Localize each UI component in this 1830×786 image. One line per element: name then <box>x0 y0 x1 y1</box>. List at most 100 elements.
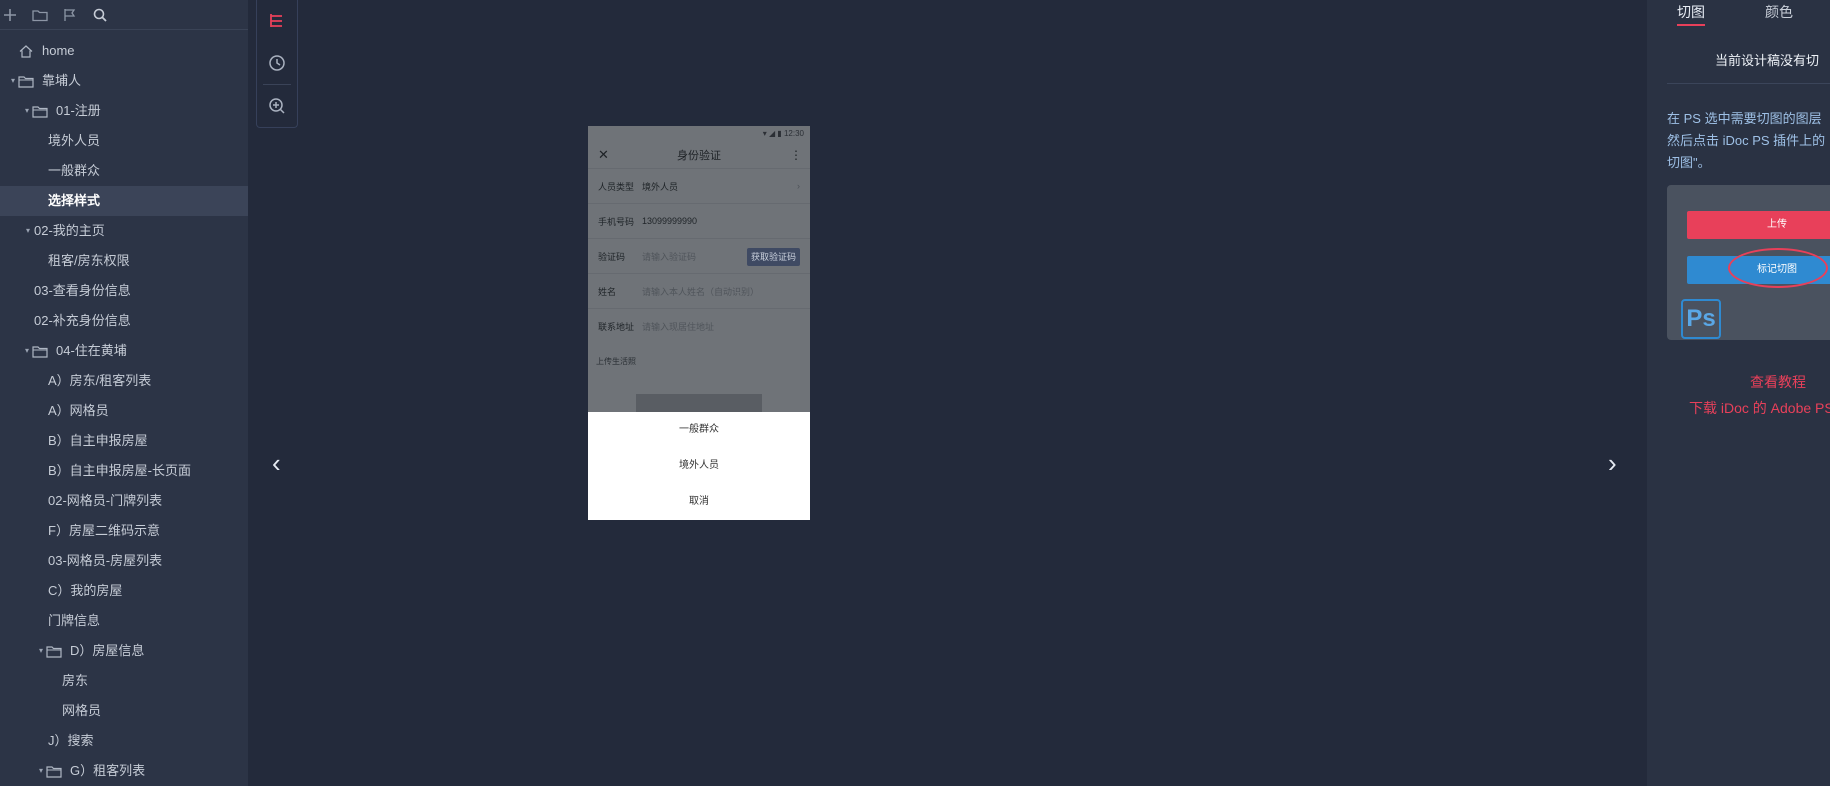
tree-item[interactable]: 选择样式 <box>0 186 248 216</box>
flag-icon[interactable] <box>60 5 80 25</box>
folder-icon[interactable] <box>30 5 50 25</box>
phone-title: 身份验证 <box>677 150 721 162</box>
tree-item[interactable]: ▾ 01-注册 <box>0 96 248 126</box>
tree-item-label: 04-住在黄埔 <box>56 343 127 358</box>
folder-open-icon <box>18 74 34 88</box>
tree-item-label: A）房东/租客列表 <box>48 373 152 388</box>
tree-item[interactable]: F）房屋二维码示意 <box>0 516 248 546</box>
instruction-line: 然后点击 iDoc PS 插件上的 <box>1667 133 1826 148</box>
form-row[interactable]: 人员类型 境外人员 › <box>588 168 810 203</box>
caret-down-icon[interactable]: ▾ <box>22 216 34 246</box>
tree-item[interactable]: 房东 <box>0 666 248 696</box>
form-row-placeholder: 请输入验证码 <box>642 251 697 262</box>
chevron-right-icon: › <box>797 181 800 191</box>
next-arrow-icon[interactable]: › <box>1608 448 1617 479</box>
download-plugin-link[interactable]: 下载 iDoc 的 Adobe PS <box>1689 398 1830 418</box>
form-row-placeholder: 请输入现居住地址 <box>642 321 715 332</box>
sheet-option[interactable]: 境外人员 <box>588 448 810 484</box>
panel-tab[interactable]: 颜色 <box>1765 2 1793 26</box>
history-icon[interactable] <box>257 42 297 84</box>
tree-item-label: 03-网格员-房屋列表 <box>48 553 163 568</box>
tree-item[interactable]: B）自主申报房屋-长页面 <box>0 456 248 486</box>
prev-arrow-icon[interactable]: ‹ <box>272 448 281 479</box>
phone-form: 人员类型 境外人员 › 手机号码 13099999990 验证码 请输入验证码 获取验证码 姓名… <box>588 168 810 343</box>
view-tutorial-link[interactable]: 查看教程 <box>1750 372 1806 392</box>
no-slice-notice: 当前设计稿没有切 <box>1667 50 1830 84</box>
tree-item[interactable]: B）自主申报房屋 <box>0 426 248 456</box>
ps-illustration: 上传 标记切图 Ps <box>1667 185 1830 340</box>
tree-item[interactable]: 03-网格员-房屋列表 <box>0 546 248 576</box>
tree-item[interactable]: 境外人员 <box>0 126 248 156</box>
tree-item[interactable]: 03-查看身份信息 <box>0 276 248 306</box>
tree-item[interactable]: A）网格员 <box>0 396 248 426</box>
form-row-label: 联系地址 <box>598 321 635 332</box>
tree-item[interactable]: ▾ 靠埔人 <box>0 66 248 96</box>
tree-item[interactable]: 02-网格员-门牌列表 <box>0 486 248 516</box>
right-panel: 切图 颜色 当前设计稿没有切 在 PS 选中需要切图的图层 然后点击 iDoc PS… <box>1647 0 1830 786</box>
instruction-line: 在 PS 选中需要切图的图层 <box>1667 111 1822 126</box>
plus-icon[interactable] <box>0 5 20 25</box>
caret-down-icon[interactable]: ▾ <box>36 756 46 786</box>
tree-item-label: 03-查看身份信息 <box>34 283 131 298</box>
tree-item[interactable]: ▾ 02-我的主页 <box>0 216 248 246</box>
search-icon[interactable] <box>90 5 110 25</box>
folder-open-icon <box>32 344 48 358</box>
upload-section-label: 上传生活照 <box>596 357 636 366</box>
tree-item[interactable]: 一般群众 <box>0 156 248 186</box>
form-row[interactable]: 手机号码 13099999990 <box>588 203 810 238</box>
close-icon[interactable]: ✕ <box>598 147 609 163</box>
instruction-line: 切图"。 <box>1667 155 1711 170</box>
home-icon <box>18 44 34 58</box>
tree-item-label: 选择样式 <box>48 193 101 208</box>
tree-item[interactable]: home <box>0 36 248 66</box>
form-row-label: 人员类型 <box>598 181 635 192</box>
tree-item[interactable]: 租客/房东权限 <box>0 246 248 276</box>
folder-open-icon <box>46 644 62 658</box>
form-row[interactable]: 姓名 请输入本人姓名（自动识别） <box>588 273 810 308</box>
tree-item-label: home <box>42 43 75 58</box>
zoom-in-icon[interactable] <box>257 85 297 127</box>
tree-item[interactable]: A）房东/租客列表 <box>0 366 248 396</box>
caret-down-icon[interactable]: ▾ <box>22 336 32 366</box>
caret-down-icon[interactable]: ▾ <box>22 96 32 126</box>
sheet-option[interactable]: 取消 <box>588 484 810 520</box>
folder-open-icon <box>32 104 48 118</box>
tree-item-label: C）我的房屋 <box>48 583 123 598</box>
illustration-upload-button: 上传 <box>1687 211 1830 239</box>
sidebar-toolbar <box>0 0 248 30</box>
sidebar: home ▾ 靠埔人 ▾ 01-注册 境外人员 一般群众 选择样式 ▾ 02-我的主页 租客/房东权… <box>0 0 248 786</box>
tree-item-label: B）自主申报房屋-长页面 <box>48 463 192 478</box>
tree-item-label: F）房屋二维码示意 <box>48 523 160 538</box>
tree-item[interactable]: J）搜索 <box>0 726 248 756</box>
phone-status-bar: ▾ ◢ ▮ 12:30 <box>588 126 810 142</box>
tree-item-label: 02-补充身份信息 <box>34 313 131 328</box>
tree-item-label: 01-注册 <box>56 103 101 118</box>
tree-item[interactable]: C）我的房屋 <box>0 576 248 606</box>
get-code-button[interactable]: 获取验证码 <box>746 248 800 266</box>
tree-item[interactable]: ▾ G）租客列表 <box>0 756 248 786</box>
form-row-label: 手机号码 <box>598 216 635 227</box>
tree-item-label: 02-网格员-门牌列表 <box>48 493 163 508</box>
caret-down-icon[interactable]: ▾ <box>8 66 18 96</box>
caret-down-icon[interactable]: ▾ <box>36 636 46 666</box>
tree-icon[interactable] <box>257 0 297 42</box>
tree-item[interactable]: 02-补充身份信息 <box>0 306 248 336</box>
photoshop-icon: Ps <box>1681 299 1721 339</box>
tree-item-label: 门牌信息 <box>48 613 101 628</box>
tree-item[interactable]: ▾ D）房屋信息 <box>0 636 248 666</box>
panel-tab[interactable]: 切图 <box>1677 2 1705 26</box>
sheet-option[interactable]: 一般群众 <box>588 412 810 448</box>
tree-item-label: J）搜索 <box>48 733 94 748</box>
tree-item-label: 网格员 <box>62 703 102 718</box>
more-icon[interactable]: ⋮ <box>790 148 802 162</box>
highlight-ellipse <box>1728 248 1828 288</box>
phone-preview: ▾ ◢ ▮ 12:30 ✕ 身份验证 ⋮ 人员类型 境外人员 › 手机号码 130999… <box>588 126 810 520</box>
tree-item-label: D）房屋信息 <box>70 643 145 658</box>
form-row-label: 姓名 <box>598 286 617 297</box>
form-row-placeholder: 请输入本人姓名（自动识别） <box>642 286 760 297</box>
tree-item[interactable]: 网格员 <box>0 696 248 726</box>
tree-item[interactable]: ▾ 04-住在黄埔 <box>0 336 248 366</box>
tree-item[interactable]: 门牌信息 <box>0 606 248 636</box>
form-row[interactable]: 联系地址 请输入现居住地址 <box>588 308 810 343</box>
form-row[interactable]: 验证码 请输入验证码 获取验证码 <box>588 238 810 273</box>
